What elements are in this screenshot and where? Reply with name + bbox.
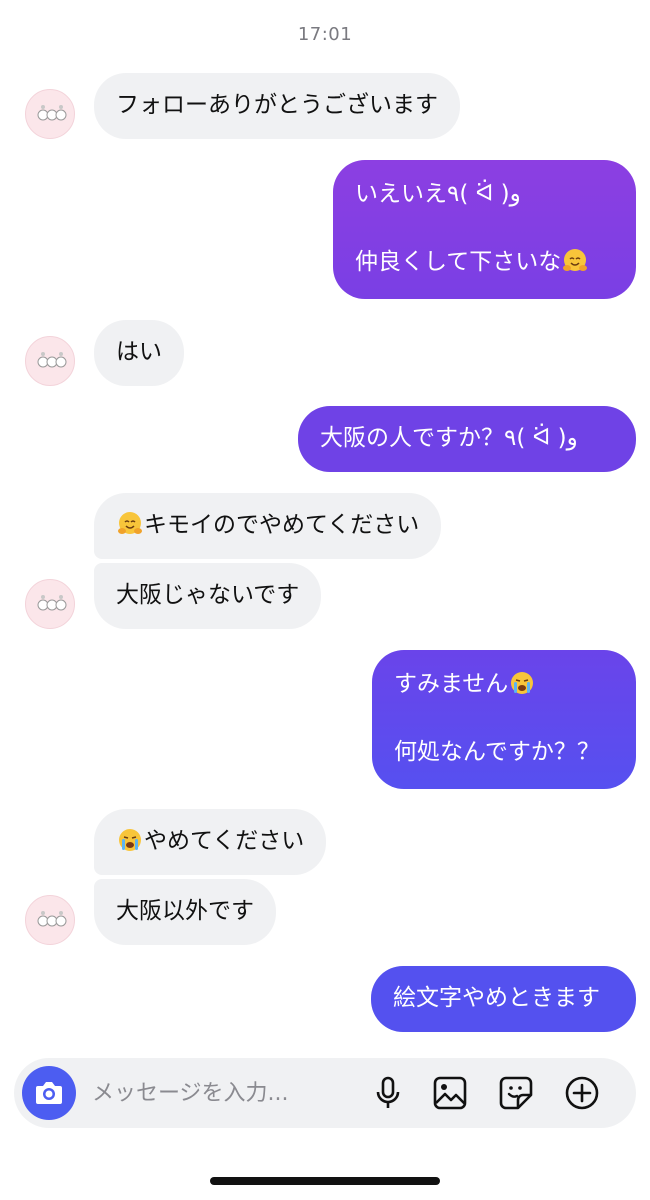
sender-avatar[interactable] [25,89,75,139]
sender-avatar[interactable] [25,336,75,386]
incoming-message[interactable]: やめてください [94,809,327,875]
message-text: キモイのでやめてください [144,512,420,538]
loudly-crying-face-emoji-icon [509,670,535,696]
loudly-crying-face-emoji-icon [117,827,143,853]
message-text: はい [116,339,162,365]
microphone-icon [376,1076,400,1108]
camera-button[interactable] [22,1066,76,1120]
gallery-button[interactable] [432,1075,468,1111]
message-text-line1: すみません [394,671,509,697]
sticker-button[interactable] [498,1075,534,1111]
message-text: 大阪の人ですか？٩( ᐛ )و [320,425,578,451]
message-text: 大阪以外です [116,898,254,924]
incoming-message[interactable]: フォローありがとうございます [94,73,460,139]
sender-avatar[interactable] [25,579,75,629]
hugging-face-emoji-icon [562,248,588,274]
home-indicator[interactable] [210,1177,440,1185]
camera-icon [36,1082,62,1104]
message-text: やめてください [144,828,305,854]
incoming-message[interactable]: はい [94,320,184,386]
add-circle-icon [565,1076,599,1110]
incoming-message[interactable]: キモイのでやめてください [94,493,442,559]
dm-conversation-screen: 17:01 フォローありがとうございます いえいえ٩( ᐛ )و 仲良くして下さ… [0,0,650,1200]
incoming-message[interactable]: 大阪じゃないです [94,563,322,629]
message-text: フォローありがとうございます [116,92,438,118]
outgoing-message[interactable]: 絵文字やめときます [371,966,636,1032]
message-text-line2: 何処なんですか？？ [394,739,600,765]
microphone-button[interactable] [370,1075,406,1111]
message-text: 大阪じゃないです [116,582,300,608]
incoming-message[interactable]: 大阪以外です [94,879,276,945]
sticker-icon [499,1076,533,1110]
message-timestamp: 17:01 [297,24,353,45]
message-text-line2: 仲良くして下さいな [355,249,562,275]
message-composer [14,1058,636,1128]
add-attachment-button[interactable] [564,1075,600,1111]
message-text-line1: いえいえ٩( ᐛ )و [355,181,521,207]
outgoing-message[interactable]: 大阪の人ですか？٩( ᐛ )و [298,406,636,472]
message-input[interactable] [92,1076,352,1110]
message-text: 絵文字やめときます [393,985,600,1011]
outgoing-message[interactable]: すみません 何処なんですか？？ [372,650,636,789]
hugging-face-emoji-icon [117,511,143,537]
outgoing-message[interactable]: いえいえ٩( ᐛ )و 仲良くして下さいな [333,160,636,299]
image-icon [433,1076,467,1110]
sender-avatar[interactable] [25,895,75,945]
